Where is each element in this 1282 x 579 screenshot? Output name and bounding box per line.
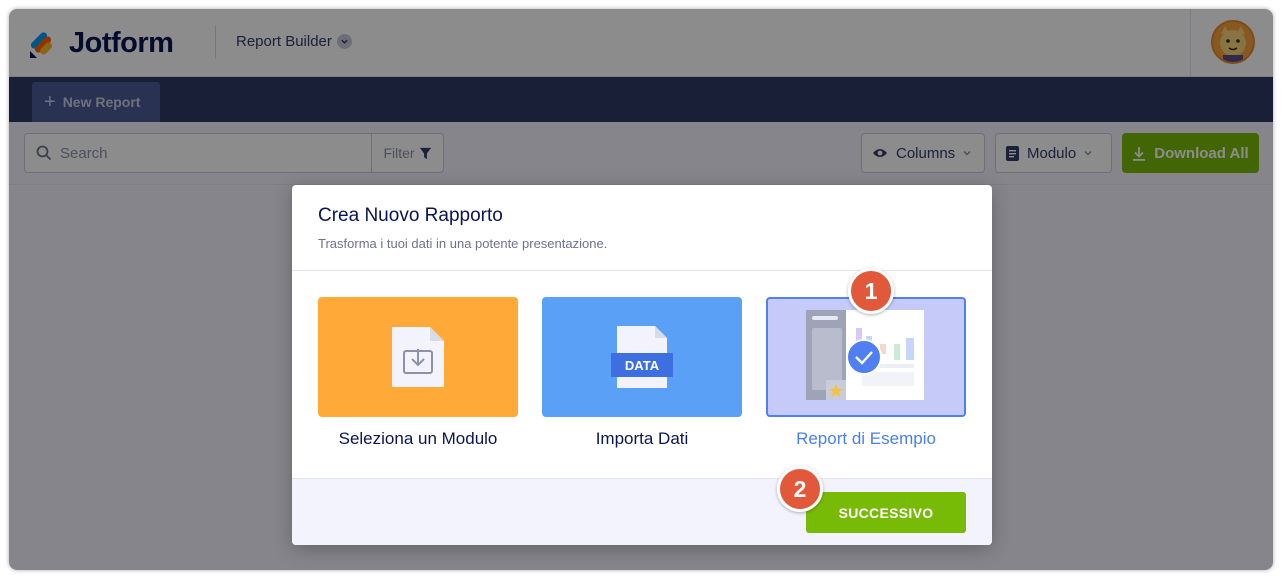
data-file-icon: DATA <box>611 326 673 388</box>
sample-report-label: Report di Esempio <box>796 429 936 448</box>
modal-subtitle: Trasforma i tuoi dati in una potente pre… <box>318 236 608 251</box>
import-data-option[interactable]: DATA <box>542 297 742 417</box>
select-form-option[interactable] <box>318 297 518 417</box>
sample-report-option[interactable] <box>766 297 966 417</box>
select-form-label: Seleziona un Modulo <box>338 429 498 448</box>
next-button[interactable]: SUCCESSIVO <box>806 492 966 533</box>
sample-report-icon <box>806 310 924 400</box>
import-data-label: Importa Dati <box>595 429 689 448</box>
modal-title: Crea Nuovo Rapporto <box>318 205 503 226</box>
data-badge-text: DATA <box>625 358 660 373</box>
step-2-annotation: 2 <box>777 466 823 512</box>
step-1-annotation: 1 <box>848 268 894 314</box>
form-import-icon <box>392 327 444 387</box>
create-report-modal: Crea Nuovo Rapporto Trasforma i tuoi dat… <box>292 185 992 545</box>
modal-footer: SUCCESSIVO <box>292 478 992 545</box>
modal-header: Crea Nuovo Rapporto Trasforma i tuoi dat… <box>292 185 992 271</box>
